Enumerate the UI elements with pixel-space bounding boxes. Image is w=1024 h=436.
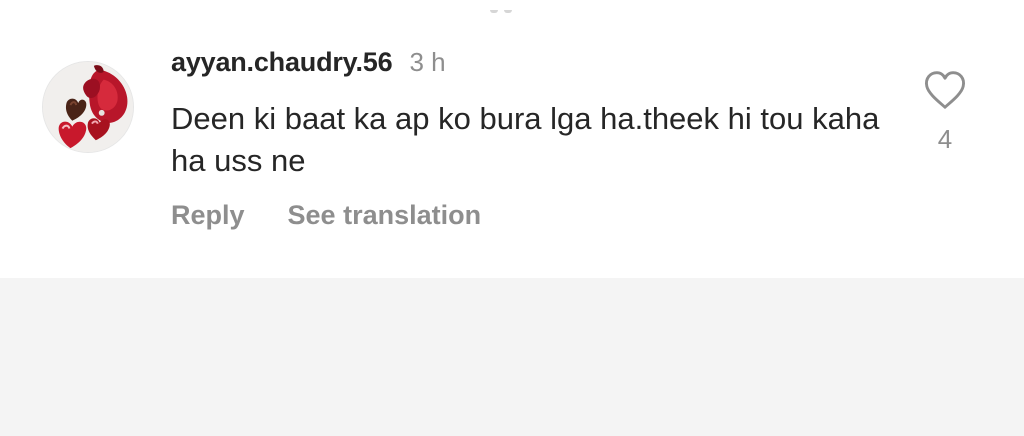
reply-button[interactable]: Reply — [171, 200, 245, 231]
scroll-indicator — [490, 0, 530, 13]
heart-outline-icon[interactable] — [923, 70, 967, 110]
timestamp: 3 h — [409, 46, 446, 77]
avatar-roses-hearts-icon — [43, 62, 133, 152]
see-translation-button[interactable]: See translation — [288, 200, 482, 231]
empty-area — [0, 278, 1024, 436]
avatar[interactable] — [42, 61, 134, 153]
like-count: 4 — [937, 124, 953, 154]
like-control: 4 — [920, 70, 970, 155]
comment-text: Deen ki baat ka ap ko bura lga ha.theek … — [171, 101, 880, 178]
comment-card: ayyan.chaudry.56 3 h Deen ki baat ka ap … — [0, 0, 1024, 278]
comment-actions: Reply See translation — [171, 197, 481, 233]
username-link[interactable]: ayyan.chaudry.56 — [171, 47, 393, 78]
comment-header: ayyan.chaudry.56 3 h — [171, 44, 446, 80]
